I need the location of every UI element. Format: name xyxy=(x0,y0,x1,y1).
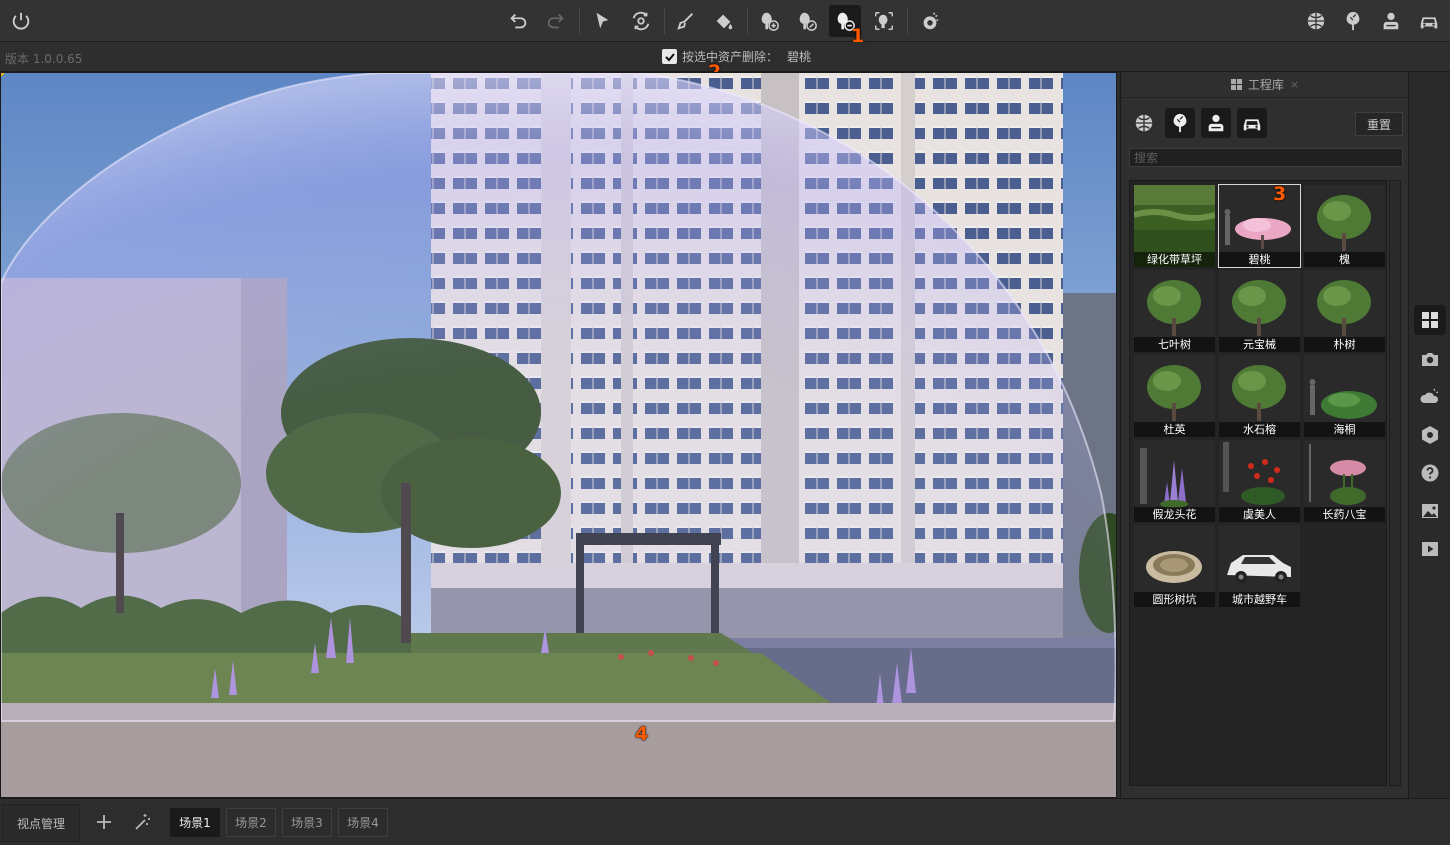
help-icon[interactable] xyxy=(1414,458,1446,488)
toolbar-divider xyxy=(747,8,748,34)
fill-bucket-icon[interactable] xyxy=(708,5,740,37)
scene-tab[interactable]: 场景3 xyxy=(282,808,332,837)
material-globe-icon[interactable] xyxy=(1129,108,1159,138)
asset-label: 碧桃 xyxy=(1219,252,1300,267)
asset-tile[interactable]: 圆形树坑 xyxy=(1134,525,1215,607)
car-icon[interactable] xyxy=(1237,108,1267,138)
bottom-bar: 视点管理 场景1 场景2 场景3 场景4 xyxy=(0,798,1450,845)
delete-by-selected-label: 按选中资产删除： xyxy=(682,50,779,64)
right-sidebar xyxy=(1408,72,1450,798)
people-category-icon[interactable] xyxy=(1375,5,1407,37)
add-scene-icon[interactable] xyxy=(92,810,116,834)
asset-label: 假龙头花 xyxy=(1134,507,1215,522)
check-icon xyxy=(664,52,675,61)
redo-icon[interactable] xyxy=(540,5,572,37)
annotation-marker-4: 4 xyxy=(635,723,649,745)
asset-label: 七叶树 xyxy=(1134,337,1215,352)
options-bar: 版本 1.0.0.65 按选中资产删除： 碧桃 2 xyxy=(0,42,1450,83)
annotation-marker-3: 3 xyxy=(1273,183,1287,205)
asset-tile[interactable]: 水石榕 xyxy=(1219,355,1300,437)
asset-tile[interactable]: 城市越野车 xyxy=(1219,525,1300,607)
scene-tab[interactable]: 场景2 xyxy=(226,808,276,837)
asset-tile[interactable]: 碧桃 xyxy=(1218,184,1301,268)
delete-by-selected-checkbox[interactable] xyxy=(662,49,677,64)
library-grid-icon xyxy=(1230,79,1242,90)
asset-tile[interactable]: 朴树 xyxy=(1304,270,1385,352)
asset-tile[interactable]: 七叶树 xyxy=(1134,270,1215,352)
plant-add-icon[interactable] xyxy=(753,5,785,37)
scene-render xyxy=(1,73,1116,797)
asset-tile[interactable]: 海桐 xyxy=(1304,355,1385,437)
asset-label: 圆形树坑 xyxy=(1134,592,1215,607)
asset-grid-scrollbar[interactable] xyxy=(1389,180,1401,786)
asset-tile[interactable]: 元宝械 xyxy=(1219,270,1300,352)
toolbar-divider xyxy=(664,8,665,34)
globe-material-icon[interactable] xyxy=(1300,5,1332,37)
magic-wand-icon[interactable] xyxy=(130,810,154,834)
asset-label: 杜英 xyxy=(1134,422,1215,437)
project-library-panel: 工程库 × 重置 绿化带草坪碧桃槐七叶树元宝械朴树杜英水石榕海桐假龙头花虞美人长… xyxy=(1120,72,1409,798)
people-icon[interactable] xyxy=(1201,108,1231,138)
asset-tile[interactable]: 长药八宝 xyxy=(1304,440,1385,522)
settings-hex-icon[interactable] xyxy=(1414,420,1446,450)
asset-tile[interactable]: 绿化带草坪 xyxy=(1134,185,1215,267)
panel-title: 工程库 xyxy=(1247,78,1284,92)
asset-label: 长药八宝 xyxy=(1304,507,1385,522)
delete-by-selected-value: 碧桃 xyxy=(787,50,812,64)
asset-label: 元宝械 xyxy=(1219,337,1300,352)
asset-label: 海桐 xyxy=(1304,422,1385,437)
viewpoint-manager-button[interactable]: 视点管理 xyxy=(2,804,80,842)
scene-tab[interactable]: 场景1 xyxy=(170,808,220,837)
version-label: 版本 1.0.0.65 xyxy=(5,52,83,66)
weather-icon[interactable] xyxy=(914,5,946,37)
delete-by-selected-option[interactable]: 按选中资产删除： 碧桃 xyxy=(662,48,811,65)
undo-icon[interactable] xyxy=(502,5,534,37)
orbit-target-icon[interactable] xyxy=(625,5,657,37)
play-icon[interactable] xyxy=(1414,534,1446,564)
tree-icon[interactable] xyxy=(1165,108,1195,138)
asset-tile[interactable]: 槐 xyxy=(1304,185,1385,267)
scene-tab[interactable]: 场景4 xyxy=(338,808,388,837)
asset-tile[interactable]: 假龙头花 xyxy=(1134,440,1215,522)
main-toolbar: 1 xyxy=(0,0,1450,47)
asset-tile[interactable]: 虞美人 xyxy=(1219,440,1300,522)
panel-header: 工程库 × xyxy=(1121,72,1409,98)
brush-icon[interactable] xyxy=(670,5,702,37)
power-icon[interactable] xyxy=(5,5,37,37)
image-icon[interactable] xyxy=(1414,496,1446,526)
asset-label: 槐 xyxy=(1304,252,1385,267)
toolbar-divider xyxy=(579,8,580,34)
3d-viewport[interactable]: 4 xyxy=(0,72,1117,798)
toolbar-divider xyxy=(907,8,908,34)
plant-paint-icon[interactable] xyxy=(791,5,823,37)
close-icon[interactable]: × xyxy=(1290,78,1299,91)
reset-button[interactable]: 重置 xyxy=(1355,112,1403,136)
asset-tile[interactable]: 杜英 xyxy=(1134,355,1215,437)
asset-grid[interactable]: 绿化带草坪 碧桃槐七叶树 元宝械 朴树杜英 水石榕 海桐假龙头花 虞美人 长药八宝圆形树坑 城市… xyxy=(1129,180,1387,786)
weather-cloud-icon[interactable] xyxy=(1414,382,1446,412)
plant-scatter-icon[interactable] xyxy=(868,5,900,37)
asset-label: 城市越野车 xyxy=(1219,592,1300,607)
asset-search-input[interactable] xyxy=(1129,148,1403,167)
library-grid-icon[interactable] xyxy=(1414,305,1446,335)
car-category-icon[interactable] xyxy=(1413,5,1445,37)
asset-label: 绿化带草坪 xyxy=(1134,252,1215,267)
asset-label: 水石榕 xyxy=(1219,422,1300,437)
select-arrow-icon[interactable] xyxy=(586,5,618,37)
category-tabs xyxy=(1129,108,1267,138)
camera-icon[interactable] xyxy=(1414,344,1446,374)
app-window: 1 版本 1.0.0.65 按选中资产删除： 碧桃 2 xyxy=(0,0,1450,845)
asset-label: 朴树 xyxy=(1304,337,1385,352)
tree-category-icon[interactable] xyxy=(1337,5,1369,37)
asset-label: 虞美人 xyxy=(1219,507,1300,522)
